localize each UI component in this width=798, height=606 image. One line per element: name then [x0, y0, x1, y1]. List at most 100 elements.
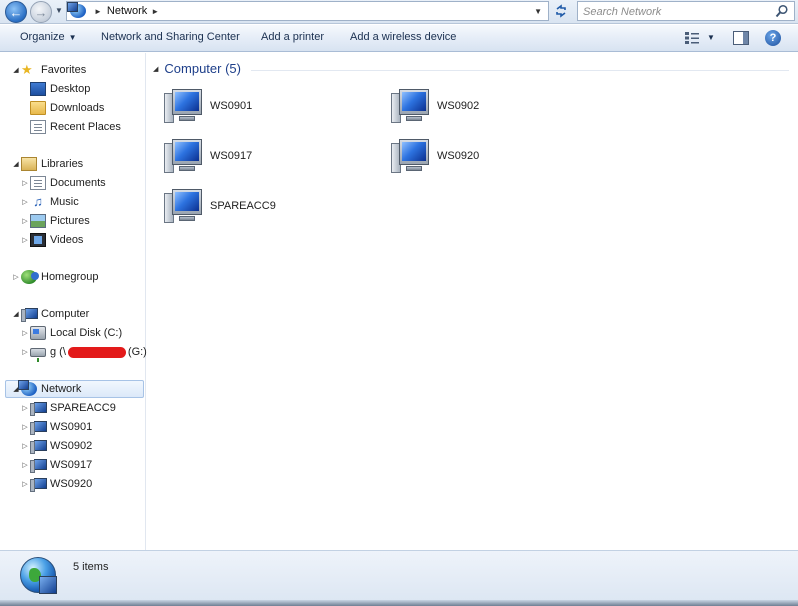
add-wireless-device-button[interactable]: Add a wireless device [350, 31, 456, 43]
nav-item-label: WS0917 [50, 459, 93, 471]
collapsed-arrow-icon[interactable]: ▷ [20, 442, 30, 450]
nav-homegroup[interactable]: ▷ Homegroup [11, 268, 98, 286]
nav-item-label: Desktop [50, 83, 91, 95]
collapsed-arrow-icon[interactable]: ▷ [20, 404, 30, 412]
chevron-right-icon[interactable]: ► [94, 7, 102, 16]
recent-places-icon [30, 120, 46, 134]
collapsed-arrow-icon[interactable]: ▷ [20, 198, 30, 206]
nav-favorites-label: Favorites [41, 64, 87, 76]
search-input[interactable] [583, 3, 768, 20]
nav-libraries[interactable]: ◢ Libraries [11, 155, 83, 173]
computer-icon [21, 307, 38, 322]
preview-pane-icon[interactable] [733, 31, 749, 45]
music-icon: ♫ [33, 194, 43, 209]
command-bar: Organize ▼ Network and Sharing Center Add… [0, 25, 798, 52]
nav-item-recent-places[interactable]: Recent Places [30, 118, 121, 136]
nav-item-label: Local Disk (C:) [50, 327, 123, 339]
refresh-button[interactable] [550, 1, 572, 21]
homegroup-icon [21, 270, 39, 284]
nav-favorites[interactable]: ◢ ★ Favorites [11, 61, 86, 79]
nav-network-label: Network [41, 383, 82, 395]
item-count: 5 items [73, 561, 109, 573]
organize-button[interactable]: Organize ▼ [20, 31, 77, 43]
network-sharing-center-button[interactable]: Network and Sharing Center [101, 31, 240, 43]
computer-tile-label: WS0920 [437, 150, 480, 162]
nav-item-label: WS0902 [50, 440, 93, 452]
nav-item-label: SPAREACC9 [50, 402, 116, 414]
nav-item-pictures[interactable]: ▷ Pictures [20, 212, 90, 230]
desktop-icon [30, 82, 46, 96]
group-header-label: Computer (5) [164, 61, 241, 76]
nav-item-local-disk[interactable]: ▷ Local Disk (C:) [20, 324, 122, 342]
chevron-down-icon: ▼ [68, 33, 77, 42]
expanded-arrow-icon[interactable]: ◢ [11, 310, 21, 318]
computer-icon [390, 137, 432, 175]
computer-tile-spareacc9[interactable]: SPAREACC9 [163, 185, 363, 227]
collapsed-arrow-icon[interactable]: ▷ [20, 423, 30, 431]
collapse-group-icon[interactable]: ◢ [153, 65, 158, 73]
group-header-computer[interactable]: ◢ Computer (5) [153, 61, 241, 76]
nav-item-videos[interactable]: ▷ Videos [20, 231, 83, 249]
nav-item-ws0920[interactable]: ▷ WS0920 [20, 475, 92, 493]
nav-item-documents[interactable]: ▷ Documents [20, 174, 106, 192]
add-printer-button[interactable]: Add a printer [261, 31, 324, 43]
group-divider [251, 70, 789, 71]
collapsed-arrow-icon[interactable]: ▷ [11, 273, 21, 281]
collapsed-arrow-icon[interactable]: ▷ [20, 217, 30, 225]
nav-item-label: Music [50, 196, 79, 208]
computer-icon [30, 401, 47, 416]
collapsed-arrow-icon[interactable]: ▷ [20, 461, 30, 469]
nav-item-network-drive[interactable]: ▷ g (\ (G:) [20, 343, 147, 362]
refresh-icon [556, 4, 566, 18]
recent-pages-dropdown[interactable]: ▼ [55, 6, 63, 15]
collapsed-arrow-icon[interactable]: ▷ [20, 480, 30, 488]
collapsed-arrow-icon[interactable]: ▷ [20, 329, 30, 337]
computer-icon [163, 137, 205, 175]
nav-item-label: Pictures [50, 215, 90, 227]
star-icon: ★ [21, 62, 33, 77]
nav-computer-label: Computer [41, 308, 90, 320]
computer-tile-ws0902[interactable]: WS0902 [390, 85, 590, 127]
back-button[interactable]: ← [5, 1, 27, 23]
breadcrumb-network[interactable]: Network [107, 5, 147, 17]
network-drive-prefix: g (\ [50, 346, 66, 358]
computer-tile-ws0920[interactable]: WS0920 [390, 135, 590, 177]
nav-item-ws0902[interactable]: ▷ WS0902 [20, 437, 92, 455]
collapsed-arrow-icon[interactable]: ▷ [20, 179, 30, 187]
nav-item-ws0901[interactable]: ▷ WS0901 [20, 418, 92, 436]
nav-item-label: Documents [50, 177, 106, 189]
nav-item-label: Recent Places [50, 121, 121, 133]
nav-item-ws0917[interactable]: ▷ WS0917 [20, 456, 92, 474]
view-options-dropdown-icon[interactable]: ▼ [707, 33, 715, 42]
help-icon[interactable]: ? [765, 30, 781, 46]
search-icon[interactable] [775, 4, 789, 18]
computer-tile-ws0917[interactable]: WS0917 [163, 135, 363, 177]
computer-tile-label: SPAREACC9 [210, 200, 276, 212]
address-dropdown-icon[interactable]: ▼ [534, 7, 542, 16]
computer-icon [163, 187, 205, 225]
nav-item-downloads[interactable]: Downloads [30, 99, 104, 117]
expanded-arrow-icon[interactable]: ◢ [11, 160, 21, 168]
computer-tile-ws0901[interactable]: WS0901 [163, 85, 363, 127]
nav-item-spareacc9[interactable]: ▷ SPAREACC9 [20, 399, 116, 417]
chevron-right-icon[interactable]: ► [151, 7, 159, 16]
expanded-arrow-icon[interactable]: ◢ [11, 66, 21, 74]
downloads-folder-icon [30, 101, 46, 115]
collapsed-arrow-icon[interactable]: ▷ [20, 348, 30, 356]
nav-item-music[interactable]: ▷ ♫ Music [20, 193, 79, 211]
search-box[interactable] [577, 1, 795, 21]
libraries-icon [21, 157, 37, 171]
nav-item-desktop[interactable]: Desktop [30, 80, 90, 98]
collapsed-arrow-icon[interactable]: ▷ [20, 236, 30, 244]
computer-icon [30, 420, 47, 435]
address-bar: ← → ▼ ► Network ► ▼ [0, 0, 798, 24]
videos-icon [30, 233, 46, 247]
computer-icon [30, 458, 47, 473]
change-view-icon[interactable] [684, 31, 700, 45]
computer-tile-label: WS0917 [210, 150, 253, 162]
nav-network[interactable]: ◢ Network [5, 380, 144, 398]
nav-computer[interactable]: ◢ Computer [11, 305, 89, 323]
forward-button[interactable]: → [30, 1, 52, 23]
breadcrumb[interactable]: ► Network ► ▼ [66, 1, 549, 21]
computer-icon [30, 477, 47, 492]
